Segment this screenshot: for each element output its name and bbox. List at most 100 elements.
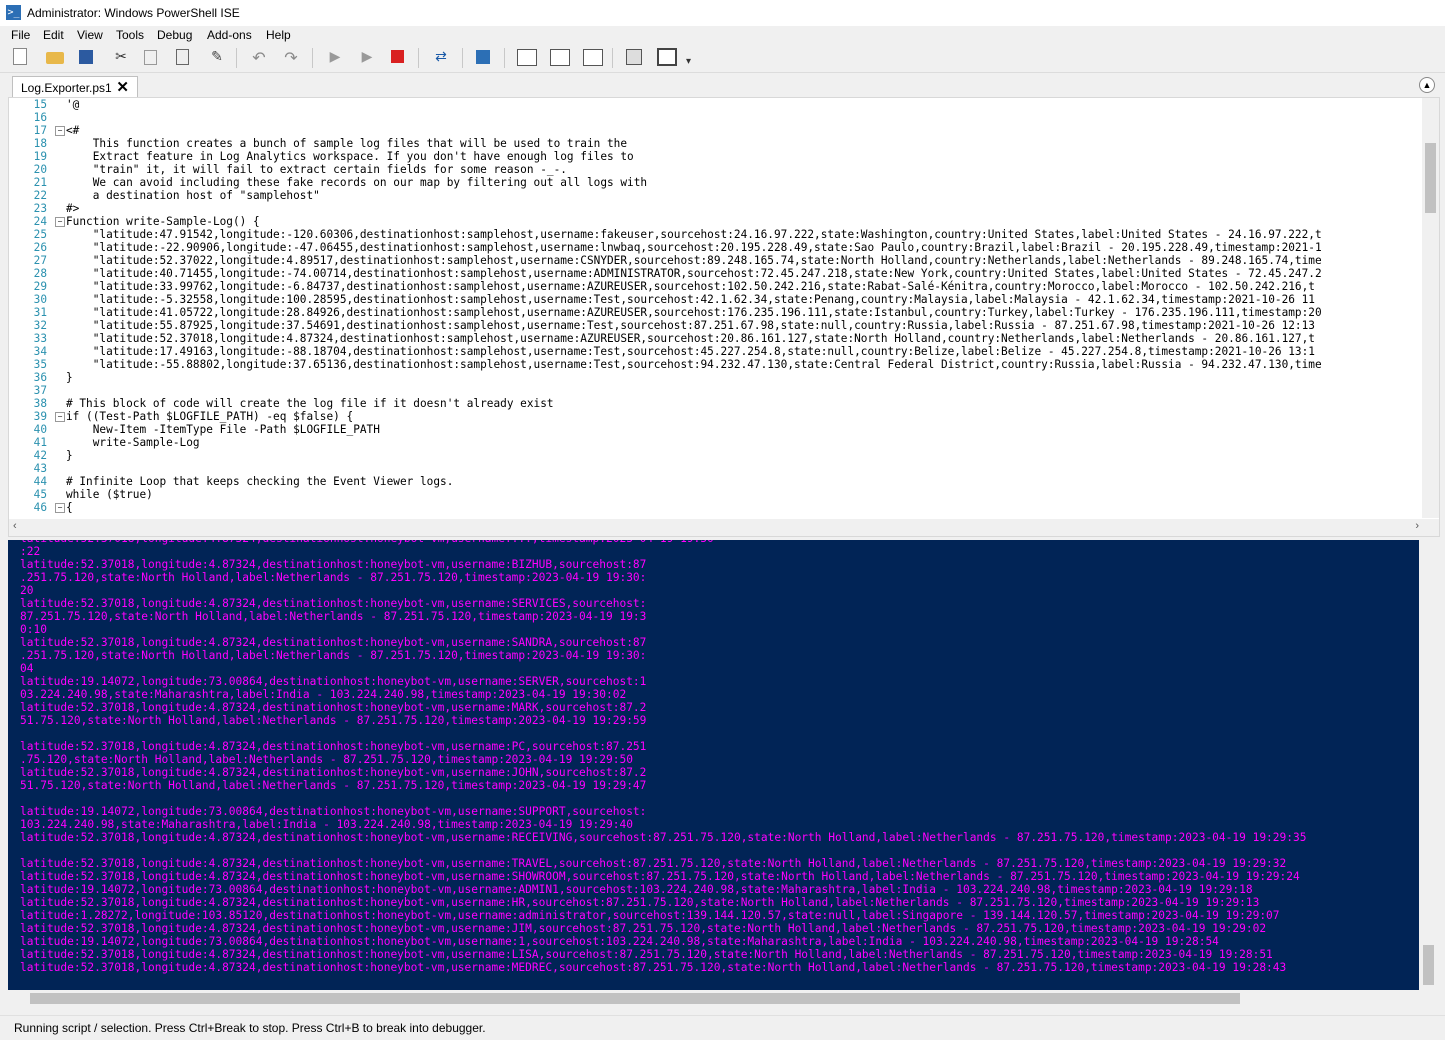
editor-line[interactable]: 15 '@ — [9, 98, 1421, 111]
console-vertical-scrollbar[interactable] — [1419, 540, 1438, 990]
clear-icon[interactable]: ✎ — [208, 48, 226, 66]
save-icon[interactable] — [79, 50, 93, 64]
line-number: 19 — [33, 150, 47, 163]
editor-line[interactable]: 41 write-Sample-Log — [9, 436, 1421, 449]
code-text: "latitude:40.71455,longitude:-74.00714,d… — [66, 267, 1322, 280]
line-number: 32 — [33, 319, 47, 332]
editor-line[interactable]: 32 "latitude:55.87925,longitude:37.54691… — [9, 319, 1421, 332]
editor-line[interactable]: 23 #> — [9, 202, 1421, 215]
run-selection-icon[interactable]: ▶ — [358, 48, 376, 66]
code-text: "latitude:-22.90906,longitude:-47.06455,… — [66, 241, 1322, 254]
copy-icon[interactable] — [144, 50, 157, 65]
script-editor[interactable]: 15 '@ 16 17− <# 18 This function creates a bu… — [8, 97, 1440, 537]
menu-addons[interactable]: Add-ons — [207, 28, 252, 42]
fold-toggle-icon[interactable]: − — [55, 503, 65, 513]
editor-line[interactable]: 30 "latitude:-5.32558,longitude:100.2859… — [9, 293, 1421, 306]
editor-line[interactable]: 34 "latitude:17.49163,longitude:-88.1870… — [9, 345, 1421, 358]
menu-view[interactable]: View — [77, 28, 103, 42]
editor-line[interactable]: 40 New-Item -ItemType File -Path $LOGFIL… — [9, 423, 1421, 436]
show-script-right-icon[interactable] — [550, 49, 570, 66]
powershell-console-icon[interactable] — [476, 50, 490, 64]
editor-horizontal-scrollbar[interactable]: ‹ › — [9, 519, 1439, 536]
cut-icon[interactable]: ✂ — [112, 48, 130, 66]
editor-line[interactable]: 45 while ($true) — [9, 488, 1421, 501]
editor-line[interactable]: 46−{ — [9, 501, 1421, 514]
editor-line[interactable]: 16 — [9, 111, 1421, 124]
menu-help[interactable]: Help — [266, 28, 291, 42]
editor-line[interactable]: 26 "latitude:-22.90906,longitude:-47.064… — [9, 241, 1421, 254]
line-number: 40 — [33, 423, 47, 436]
toolbar-separator — [504, 48, 505, 68]
editor-line[interactable]: 19 Extract feature in Log Analytics work… — [9, 150, 1421, 163]
show-command-addon-icon[interactable] — [657, 48, 677, 66]
editor-line[interactable]: 33 "latitude:52.37018,longitude:4.87324,… — [9, 332, 1421, 345]
editor-vertical-scrollbar[interactable] — [1422, 98, 1439, 518]
editor-line[interactable]: 18 This function creates a bunch of samp… — [9, 137, 1421, 150]
menu-file[interactable]: File — [11, 28, 30, 42]
status-bar: Running script / selection. Press Ctrl+B… — [0, 1015, 1445, 1040]
editor-line[interactable]: 27 "latitude:52.37022,longitude:4.89517,… — [9, 254, 1421, 267]
editor-line[interactable]: 20 "train" it, it will fail to extract c… — [9, 163, 1421, 176]
line-number: 25 — [33, 228, 47, 241]
redo-icon[interactable]: ↷ — [282, 48, 300, 67]
menu-debug[interactable]: Debug — [157, 28, 192, 42]
tab-log-exporter[interactable]: Log.Exporter.ps1 ✕ — [12, 76, 138, 98]
run-icon[interactable]: ▶ — [326, 48, 344, 66]
paste-icon[interactable] — [176, 49, 189, 65]
open-icon[interactable] — [46, 52, 64, 64]
collapse-script-pane-icon[interactable]: ▲ — [1419, 77, 1435, 93]
menu-edit[interactable]: Edit — [43, 28, 64, 42]
undo-icon[interactable]: ↶ — [250, 48, 268, 67]
editor-line[interactable]: 21 We can avoid including these fake rec… — [9, 176, 1421, 189]
editor-line[interactable]: 29 "latitude:33.99762,longitude:-6.84737… — [9, 280, 1421, 293]
editor-line[interactable]: 37 — [9, 384, 1421, 397]
line-number: 39 — [33, 410, 47, 423]
editor-line[interactable]: 22 a destination host of "samplehost" — [9, 189, 1421, 202]
console-line: 51.75.120,state:North Holland,label:Neth… — [20, 779, 647, 792]
code-text: This function creates a bunch of sample … — [66, 137, 628, 150]
scroll-thumb[interactable] — [30, 993, 1240, 1004]
window-title: Administrator: Windows PowerShell ISE — [27, 6, 240, 20]
console-horizontal-scrollbar[interactable] — [8, 990, 1438, 1007]
toolbar-overflow-icon[interactable]: ▾ — [686, 56, 704, 74]
console-line: latitude:52.37018,longitude:4.87324,dest… — [20, 870, 1300, 883]
editor-code[interactable]: 15 '@ 16 17− <# 18 This function creates a bu… — [9, 98, 1421, 518]
editor-line[interactable]: 17− <# — [9, 124, 1421, 137]
console-line: 04 — [20, 662, 34, 675]
show-script-max-icon[interactable] — [583, 49, 603, 66]
title-bar: >_ Administrator: Windows PowerShell ISE — [0, 0, 1445, 26]
console-line: latitude:19.14072,longitude:73.00864,des… — [20, 805, 647, 818]
editor-line[interactable]: 36} — [9, 371, 1421, 384]
fold-toggle-icon[interactable]: − — [55, 412, 65, 422]
stop-icon[interactable] — [391, 50, 404, 63]
editor-line[interactable]: 44 # Infinite Loop that keeps checking th… — [9, 475, 1421, 488]
new-remote-tab-icon[interactable]: ⇄ — [432, 48, 450, 66]
show-command-window-icon[interactable] — [626, 49, 642, 65]
editor-line[interactable]: 25 "latitude:47.91542,longitude:-120.603… — [9, 228, 1421, 241]
scroll-left-icon[interactable]: ‹ — [13, 520, 17, 532]
scroll-thumb[interactable] — [1423, 945, 1434, 985]
scroll-thumb[interactable] — [1425, 143, 1436, 213]
editor-line[interactable]: 39− if ((Test-Path $LOGFILE_PATH) -eq $fa… — [9, 410, 1421, 423]
menu-tools[interactable]: Tools — [116, 28, 144, 42]
scroll-right-icon[interactable]: › — [1415, 520, 1419, 532]
new-file-icon[interactable] — [13, 48, 27, 65]
console-pane[interactable]: latitude:52.37018,longitude:4.87324,dest… — [8, 540, 1419, 990]
close-icon[interactable]: ✕ — [116, 78, 129, 96]
editor-line[interactable]: 38 # This block of code will create the l… — [9, 397, 1421, 410]
line-number: 43 — [33, 462, 47, 475]
editor-line[interactable]: 35 "latitude:-55.88802,longitude:37.6513… — [9, 358, 1421, 371]
editor-line[interactable]: 28 "latitude:40.71455,longitude:-74.0071… — [9, 267, 1421, 280]
show-script-top-icon[interactable] — [517, 49, 537, 66]
editor-line[interactable]: 42} — [9, 449, 1421, 462]
console-line: 03.224.240.98,state:Maharashtra,label:In… — [20, 688, 627, 701]
toolbar-separator — [236, 48, 237, 68]
editor-line[interactable]: 24− Function write-Sample-Log() { — [9, 215, 1421, 228]
editor-line[interactable]: 43 — [9, 462, 1421, 475]
editor-line[interactable]: 31 "latitude:41.05722,longitude:28.84926… — [9, 306, 1421, 319]
code-text: <# — [66, 124, 80, 137]
status-text: Running script / selection. Press Ctrl+B… — [14, 1021, 486, 1035]
fold-toggle-icon[interactable]: − — [55, 126, 65, 136]
fold-toggle-icon[interactable]: − — [55, 217, 65, 227]
